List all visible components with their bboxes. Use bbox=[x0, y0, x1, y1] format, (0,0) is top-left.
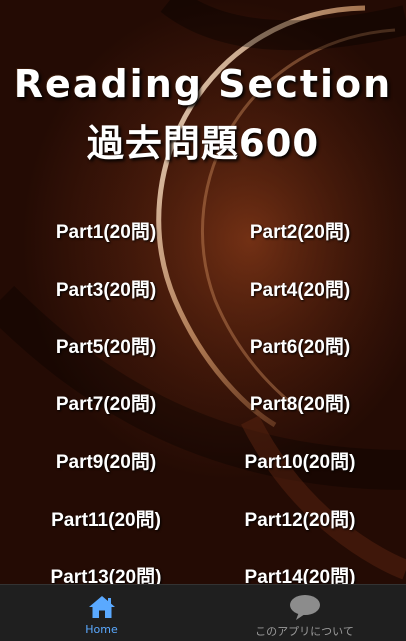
part-button[interactable]: Part2(20問) bbox=[200, 217, 400, 244]
nav-home[interactable]: Home bbox=[0, 585, 203, 641]
bottom-navigation: Home このアプリについて bbox=[0, 584, 406, 641]
speech-bubble-icon bbox=[290, 595, 320, 620]
home-icon bbox=[89, 596, 115, 618]
part-button[interactable]: Part6(20問) bbox=[200, 332, 400, 359]
part-button[interactable]: Part9(20問) bbox=[6, 447, 206, 474]
part-button[interactable]: Part12(20問) bbox=[200, 505, 400, 532]
part-button[interactable]: Part8(20問) bbox=[200, 389, 400, 416]
part-button[interactable]: Part10(20問) bbox=[200, 447, 400, 474]
part-button[interactable]: Part4(20問) bbox=[200, 275, 400, 302]
part-button[interactable]: Part1(20問) bbox=[6, 217, 206, 244]
part-button[interactable]: Part11(20問) bbox=[6, 505, 206, 532]
part-button[interactable]: Part3(20問) bbox=[6, 275, 206, 302]
nav-about[interactable]: このアプリについて bbox=[203, 585, 406, 641]
nav-home-label: Home bbox=[85, 623, 118, 636]
part-button[interactable]: Part5(20問) bbox=[6, 332, 206, 359]
nav-about-label: このアプリについて bbox=[255, 625, 354, 638]
part-button[interactable]: Part7(20問) bbox=[6, 389, 206, 416]
parts-grid: Part1(20問) Part2(20問) Part3(20問) Part4(2… bbox=[0, 0, 406, 588]
